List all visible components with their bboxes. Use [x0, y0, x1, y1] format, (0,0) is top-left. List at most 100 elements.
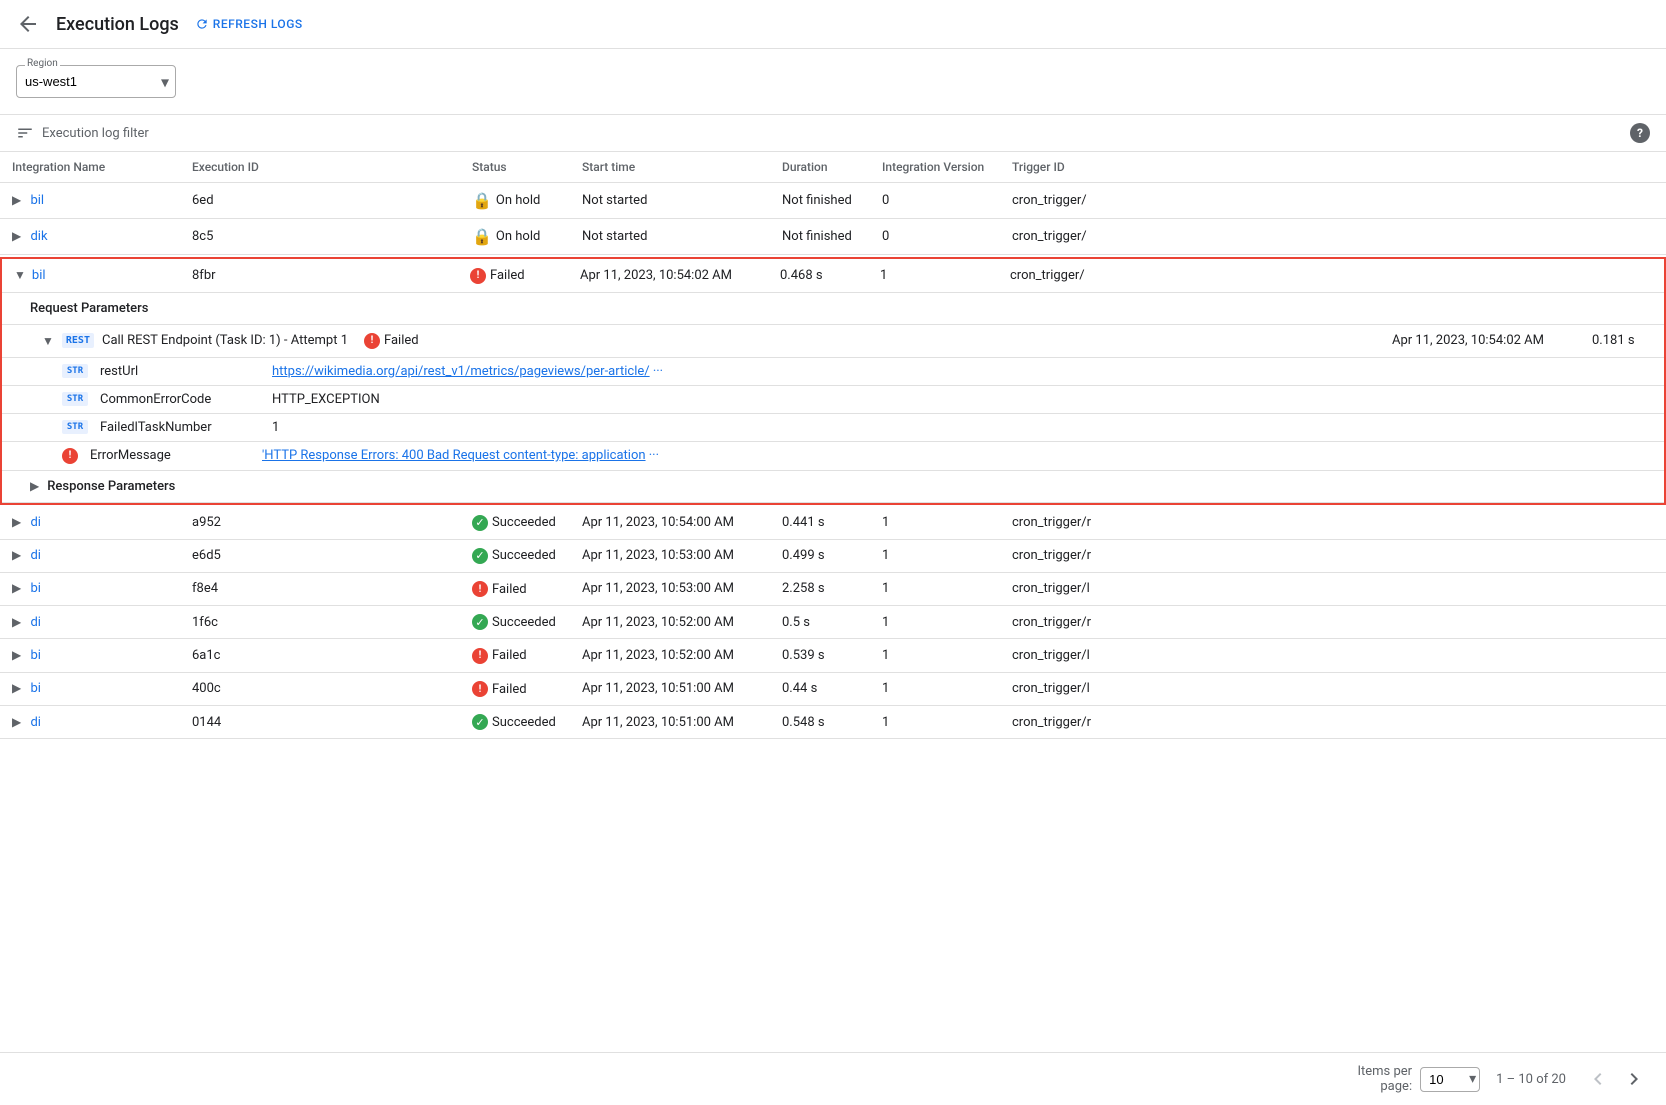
- sub-expand-button[interactable]: ▼: [42, 334, 54, 348]
- row-expand-button[interactable]: ▶: [12, 515, 21, 529]
- rest-badge: REST: [62, 333, 94, 348]
- table-row: ▶ dik 8c5 🔒 On hold Not started Not fini…: [0, 219, 1666, 255]
- status-badge: ✓ Succeeded: [472, 515, 556, 531]
- row-expand-button[interactable]: ▶: [12, 581, 21, 595]
- table-row: ▶ di a952 ✓ Succeeded Apr 11, 2023, 10:5…: [0, 507, 1666, 540]
- param-key: FailedlTaskNumber: [100, 420, 260, 435]
- status-badge: ! Failed: [470, 268, 525, 284]
- filter-bar: Execution log filter ?: [0, 114, 1666, 152]
- region-section: Region us-west1 us-east1 us-central1 eur…: [0, 49, 1666, 114]
- success-icon: ✓: [472, 714, 488, 730]
- region-dropdown-icon: ▾: [161, 72, 169, 91]
- footer: Items per page: 5 10 25 50 ▾ 1 – 10 of 2…: [0, 1052, 1666, 1105]
- integration-link[interactable]: di: [30, 515, 41, 530]
- task-label: Call REST Endpoint (Task ID: 1) - Attemp…: [102, 333, 348, 348]
- failed-icon: !: [472, 648, 488, 664]
- pagination-nav: [1582, 1063, 1650, 1095]
- items-per-page-label: Items per page:: [1357, 1064, 1412, 1094]
- param-key: CommonErrorCode: [100, 392, 260, 407]
- task-start-time: Apr 11, 2023, 10:54:02 AM: [1392, 333, 1544, 348]
- status-badge: ! Failed: [472, 681, 527, 697]
- status-badge: ✓ Succeeded: [472, 714, 556, 730]
- col-status: Status: [460, 152, 570, 183]
- str-badge: STR: [62, 364, 88, 378]
- table-header-row: Integration Name Execution ID Status Sta…: [0, 152, 1666, 183]
- str-badge: STR: [62, 392, 88, 406]
- integration-link[interactable]: bi: [30, 581, 40, 596]
- table-row: ▶ bi 400c ! Failed Apr 11, 2023, 10:51:0…: [0, 672, 1666, 706]
- row-expand-button[interactable]: ▶: [12, 193, 21, 207]
- integration-link[interactable]: bil: [32, 268, 46, 283]
- table-row: ▶ bil 6ed 🔒 On hold Not started Not fini…: [0, 183, 1666, 219]
- execution-table: Integration Name Execution ID Status Sta…: [0, 152, 1666, 739]
- integration-link[interactable]: di: [30, 615, 41, 630]
- table-row: ▶ di e6d5 ✓ Succeeded Apr 11, 2023, 10:5…: [0, 539, 1666, 572]
- success-icon: ✓: [472, 614, 488, 630]
- str-badge: STR: [62, 420, 88, 434]
- header: Execution Logs REFRESH LOGS: [0, 0, 1666, 49]
- status-badge: 🔒 On hold: [472, 191, 540, 210]
- items-per-page-select[interactable]: 5 10 25 50: [1420, 1067, 1480, 1092]
- items-per-page: Items per page: 5 10 25 50 ▾: [1357, 1064, 1480, 1094]
- param-key: ErrorMessage: [90, 448, 250, 463]
- region-label: Region: [25, 58, 60, 69]
- table-row: ▶ di 1f6c ✓ Succeeded Apr 11, 2023, 10:5…: [0, 606, 1666, 639]
- integration-link[interactable]: bi: [30, 681, 40, 696]
- status-badge: ✓ Succeeded: [472, 548, 556, 564]
- refresh-logs-button[interactable]: REFRESH LOGS: [195, 17, 303, 31]
- integration-link[interactable]: di: [30, 715, 41, 730]
- row-expand-button[interactable]: ▶: [12, 615, 21, 629]
- param-value: 1: [272, 420, 279, 435]
- next-page-button[interactable]: [1618, 1063, 1650, 1095]
- failed-icon: !: [470, 268, 486, 284]
- param-value[interactable]: https://wikimedia.org/api/rest_v1/metric…: [272, 364, 663, 379]
- region-select[interactable]: us-west1 us-east1 us-central1 europe-wes…: [25, 66, 155, 97]
- row-expand-button[interactable]: ▶: [12, 715, 21, 729]
- row-expand-button[interactable]: ▶: [12, 681, 21, 695]
- status-badge: ✓ Succeeded: [472, 614, 556, 630]
- filter-label[interactable]: Execution log filter: [42, 126, 149, 141]
- table-container: Integration Name Execution ID Status Sta…: [0, 152, 1666, 739]
- row-expand-button[interactable]: ▶: [12, 548, 21, 562]
- table-row: ▶ bi f8e4 ! Failed Apr 11, 2023, 10:53:0…: [0, 572, 1666, 606]
- failed-icon: !: [364, 333, 380, 349]
- param-key: restUrl: [100, 364, 260, 379]
- status-badge: ! Failed: [472, 648, 527, 664]
- onhold-icon: 🔒: [472, 191, 492, 210]
- response-expand-button[interactable]: ▶: [30, 479, 39, 493]
- integration-link[interactable]: di: [30, 548, 41, 563]
- status-badge: 🔒 On hold: [472, 227, 540, 246]
- col-integration-name: Integration Name: [0, 152, 180, 183]
- row-expand-button[interactable]: ▶: [12, 648, 21, 662]
- error-icon: !: [62, 448, 78, 464]
- col-start-time: Start time: [570, 152, 770, 183]
- task-duration: 0.181 s: [1592, 333, 1652, 348]
- help-icon[interactable]: ?: [1630, 123, 1650, 143]
- table-row-expanded: ▼ bil 8fbr ! Failed Apr 11, 2023, 10:54:…: [0, 255, 1666, 507]
- page-title: Execution Logs: [56, 14, 179, 35]
- param-value: HTTP_EXCEPTION: [272, 392, 380, 407]
- response-params-header: ▶ Response Parameters: [2, 471, 1664, 503]
- col-integration-version: Integration Version: [870, 152, 1000, 183]
- integration-link[interactable]: dik: [30, 229, 47, 244]
- status-badge: ! Failed: [364, 333, 419, 349]
- col-duration: Duration: [770, 152, 870, 183]
- request-params-header: Request Parameters: [2, 293, 1664, 325]
- param-value[interactable]: 'HTTP Response Errors: 400 Bad Request c…: [262, 448, 659, 463]
- integration-link[interactable]: bi: [30, 648, 40, 663]
- success-icon: ✓: [472, 548, 488, 564]
- pagination-info: 1 – 10 of 20: [1496, 1072, 1566, 1087]
- back-button[interactable]: [16, 12, 40, 36]
- success-icon: ✓: [472, 515, 488, 531]
- col-execution-id: Execution ID: [180, 152, 460, 183]
- integration-link[interactable]: bil: [30, 193, 44, 208]
- prev-page-button[interactable]: [1582, 1063, 1614, 1095]
- table-row: ▶ bi 6a1c ! Failed Apr 11, 2023, 10:52:0…: [0, 639, 1666, 673]
- failed-icon: !: [472, 681, 488, 697]
- row-expand-button[interactable]: ▶: [12, 229, 21, 243]
- onhold-icon: 🔒: [472, 227, 492, 246]
- refresh-label: REFRESH LOGS: [213, 17, 303, 31]
- col-trigger-id: Trigger ID: [1000, 152, 1666, 183]
- row-collapse-button[interactable]: ▼: [14, 268, 26, 282]
- status-badge: ! Failed: [472, 581, 527, 597]
